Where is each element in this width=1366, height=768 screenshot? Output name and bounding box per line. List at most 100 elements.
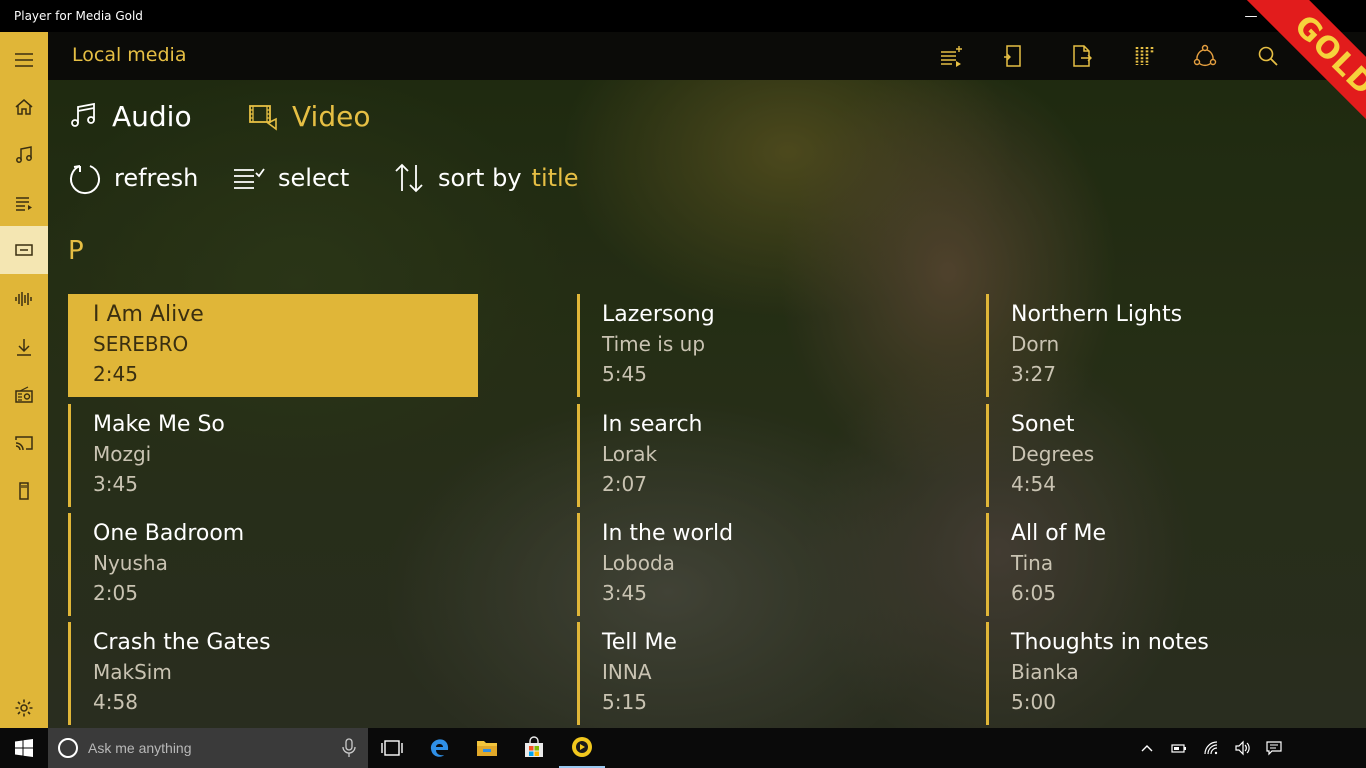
store-icon (525, 736, 543, 757)
open-folder-icon (1004, 45, 1021, 67)
windows-logo-icon (15, 739, 33, 757)
wifi-icon (1204, 741, 1218, 755)
track-artist: Tina (1011, 551, 1054, 575)
music-icon (16, 146, 32, 163)
hamburger-icon (15, 53, 33, 67)
edge-taskbar-button[interactable] (417, 728, 463, 768)
track-artist: MakSim (93, 660, 172, 684)
track-artist: Mozgi (93, 442, 152, 466)
search-placeholder: Ask me anything (88, 740, 192, 756)
sort-value[interactable]: title (532, 164, 579, 192)
track-tile[interactable]: Crash the Gates MakSim 4:58 (68, 622, 478, 725)
track-tile[interactable]: Sonet Degrees 4:54 (986, 404, 1366, 507)
minimize-button[interactable]: — (1228, 0, 1274, 32)
volume-icon (1235, 740, 1250, 756)
volume-indicator[interactable] (1226, 728, 1258, 768)
windows-taskbar: Ask me anything (0, 728, 1366, 768)
track-title: All of Me (1011, 521, 1106, 546)
track-tile[interactable]: Tell Me INNA 5:15 (577, 622, 987, 725)
cortana-search-box[interactable]: Ask me anything (48, 728, 368, 768)
library-icon (1135, 47, 1154, 65)
nav-settings[interactable] (0, 684, 48, 732)
battery-indicator[interactable] (1163, 728, 1195, 768)
player-gold-taskbar-button[interactable] (559, 728, 605, 768)
main-area: Local media Audio Video refresh select s… (48, 32, 1366, 728)
tab-video[interactable]: Video (248, 96, 370, 136)
track-duration: 3:45 (93, 472, 138, 496)
track-title: Thoughts in notes (1011, 630, 1209, 655)
player-gold-icon (572, 737, 592, 757)
track-tile[interactable]: In the world Loboda 3:45 (577, 513, 987, 616)
open-folder-button[interactable] (998, 41, 1028, 71)
library-button[interactable] (1130, 41, 1160, 71)
store-taskbar-button[interactable] (511, 728, 557, 768)
track-tile[interactable]: In search Lorak 2:07 (577, 404, 987, 507)
playlist-icon (16, 197, 32, 211)
track-artist: SEREBRO (93, 332, 189, 356)
download-icon (17, 339, 31, 356)
track-duration: 3:27 (1011, 362, 1056, 386)
nav-sd-card[interactable] (0, 467, 48, 515)
track-duration: 2:05 (93, 581, 138, 605)
select-button[interactable]: select (232, 158, 349, 198)
track-duration: 5:15 (602, 690, 647, 714)
group-header[interactable]: P (68, 236, 84, 266)
nav-equalizer[interactable] (0, 275, 48, 323)
nav-radio[interactable] (0, 371, 48, 419)
task-view-button[interactable] (369, 728, 415, 768)
track-artist: Nyusha (93, 551, 168, 575)
home-icon (15, 99, 33, 115)
track-tile[interactable]: I Am Alive SEREBRO 2:45 (68, 294, 478, 397)
refresh-label: refresh (114, 164, 199, 192)
network-indicator[interactable] (1195, 728, 1227, 768)
video-icon (249, 105, 277, 131)
tab-audio-label: Audio (112, 99, 192, 133)
track-title: One Badroom (93, 521, 245, 546)
edge-icon (430, 739, 449, 757)
local-media-icon (15, 244, 33, 256)
title-bar: Player for Media Gold — (0, 0, 1366, 32)
track-tile[interactable]: All of Me Tina 6:05 (986, 513, 1366, 616)
start-button[interactable] (0, 728, 48, 768)
track-tile[interactable]: Lazersong Time is up 5:45 (577, 294, 987, 397)
track-tile[interactable]: Make Me So Mozgi 3:45 (68, 404, 478, 507)
file-explorer-taskbar-button[interactable] (464, 728, 510, 768)
open-file-button[interactable] (1067, 41, 1097, 71)
add-to-playlist-button[interactable] (936, 41, 966, 71)
track-title: I Am Alive (93, 302, 204, 327)
share-button[interactable] (1190, 41, 1220, 71)
tab-audio[interactable]: Audio (68, 96, 192, 136)
music-notes-icon (71, 102, 95, 127)
select-list-icon (234, 168, 265, 189)
settings-icon (15, 699, 33, 717)
track-tile[interactable]: Northern Lights Dorn 3:27 (986, 294, 1366, 397)
track-tile[interactable]: One Badroom Nyusha 2:05 (68, 513, 478, 616)
search-button[interactable] (1253, 41, 1283, 71)
track-title: Sonet (1011, 412, 1075, 437)
track-tile[interactable]: Thoughts in notes Bianka 5:00 (986, 622, 1366, 725)
page-title: Local media (72, 44, 187, 66)
nav-music[interactable] (0, 131, 48, 179)
nav-downloads[interactable] (0, 323, 48, 371)
track-artist: Bianka (1011, 660, 1079, 684)
track-title: Crash the Gates (93, 630, 271, 655)
nav-local-media[interactable] (0, 226, 48, 274)
hamburger-menu-button[interactable] (0, 36, 48, 84)
task-view-icon (381, 740, 403, 756)
action-center-button[interactable] (1258, 728, 1290, 768)
track-duration: 5:00 (1011, 690, 1056, 714)
equalizer-icon (15, 292, 32, 306)
nav-home[interactable] (0, 83, 48, 131)
nav-playlists[interactable] (0, 179, 48, 227)
sort-button[interactable]: sort by title (392, 158, 578, 198)
track-duration: 5:45 (602, 362, 647, 386)
refresh-button[interactable]: refresh (68, 158, 198, 198)
show-hidden-icons-button[interactable] (1131, 728, 1163, 768)
chevron-up-icon (1141, 745, 1153, 752)
track-artist: INNA (602, 660, 652, 684)
microphone-icon[interactable] (342, 738, 356, 758)
open-file-icon (1073, 45, 1092, 67)
nav-cast[interactable] (0, 419, 48, 467)
track-artist: Degrees (1011, 442, 1095, 466)
refresh-icon (70, 165, 100, 194)
